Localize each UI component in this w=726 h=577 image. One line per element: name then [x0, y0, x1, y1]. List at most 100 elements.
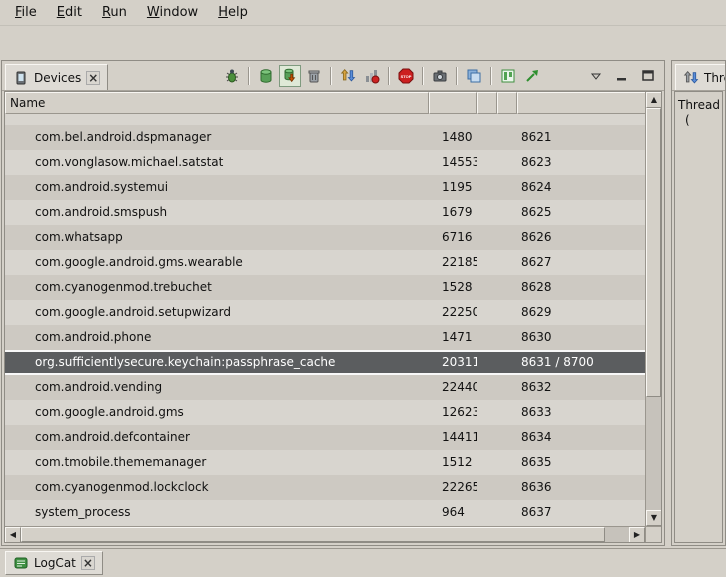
process-name: com.cyanogenmod.trebuchet: [5, 275, 429, 300]
stop-process-icon[interactable]: STOP: [395, 65, 417, 87]
process-name: com.bel.android.dspmanager: [5, 125, 429, 150]
process-pid: 22265: [429, 475, 477, 500]
vertical-scrollbar[interactable]: ▲ ▼: [645, 92, 661, 526]
table-row[interactable]: com.google.android.setupwizard 22250 862…: [5, 300, 645, 325]
horizontal-scroll-thumb[interactable]: [21, 527, 605, 542]
scroll-down-button[interactable]: ▼: [646, 510, 661, 526]
menu-item-help[interactable]: Help: [209, 2, 257, 23]
close-icon[interactable]: ×: [86, 71, 100, 85]
process-table-body: com.bel.android.dspmanager 1480 8621 com…: [5, 114, 645, 526]
workbench-area: Devices × STOP Name: [0, 59, 726, 548]
menu-item-file[interactable]: File: [6, 2, 46, 23]
tab-threads[interactable]: Threa: [675, 64, 725, 90]
table-row[interactable]: com.android.vending 22440 8632: [5, 375, 645, 400]
process-port: 8629: [517, 300, 645, 325]
tab-devices[interactable]: Devices ×: [5, 64, 108, 90]
table-row[interactable]: com.android.defcontainer 14411 8634: [5, 425, 645, 450]
process-cell-b: [497, 425, 517, 450]
systrace-icon[interactable]: [497, 65, 519, 87]
column-header-name[interactable]: Name: [5, 92, 429, 114]
process-name: com.android.smspush: [5, 200, 429, 225]
dump-hprof-icon[interactable]: [279, 65, 301, 87]
table-row[interactable]: com.android.smspush 1679 8625: [5, 200, 645, 225]
devices-tab-icon: [13, 70, 29, 86]
table-row[interactable]: com.tmobile.thememanager 1512 8635: [5, 450, 645, 475]
process-name: com.android.defcontainer: [5, 425, 429, 450]
table-row[interactable]: com.whatsapp 6716 8626: [5, 225, 645, 250]
cause-gc-icon[interactable]: [303, 65, 325, 87]
close-icon[interactable]: ×: [81, 556, 95, 570]
update-heap-icon[interactable]: [255, 65, 277, 87]
process-cell-a: [477, 325, 497, 350]
column-header-port[interactable]: [517, 92, 645, 114]
process-cell-b: [497, 450, 517, 475]
table-row[interactable]: com.google.android.gms.wearable 22185 86…: [5, 250, 645, 275]
process-name: com.android.phone: [5, 325, 429, 350]
table-row[interactable]: com.google.android.gms 12623 8633: [5, 400, 645, 425]
threads-tab-row: Threa: [672, 61, 725, 91]
process-pid: 1679: [429, 200, 477, 225]
scrollbar-corner: [645, 527, 661, 542]
column-header-b[interactable]: [497, 92, 517, 114]
vertical-scroll-thumb[interactable]: [646, 108, 661, 397]
process-name: system_process: [5, 500, 429, 525]
threads-tab-icon: [683, 70, 699, 86]
table-row[interactable]: com.vonglasow.michael.satstat 14553 8623: [5, 150, 645, 175]
process-port: 8637: [517, 500, 645, 525]
process-pid: 1471: [429, 325, 477, 350]
dump-view-hierarchy-icon[interactable]: [463, 65, 485, 87]
vertical-scroll-track[interactable]: [646, 108, 661, 510]
table-row[interactable]: system_process 964 8637: [5, 500, 645, 525]
start-method-profiling-icon[interactable]: [361, 65, 383, 87]
scroll-left-button[interactable]: ◀: [5, 527, 21, 543]
process-pid: 14553: [429, 150, 477, 175]
process-port: 8633: [517, 400, 645, 425]
process-pid: 20311: [429, 352, 477, 373]
opengl-trace-icon[interactable]: [521, 65, 543, 87]
process-cell-a: [477, 450, 497, 475]
horizontal-scroll-track[interactable]: [21, 527, 629, 542]
menu-item-edit[interactable]: Edit: [48, 2, 91, 23]
minimize-icon[interactable]: [611, 65, 633, 87]
menu-item-run[interactable]: Run: [93, 2, 136, 23]
tab-logcat[interactable]: LogCat ×: [5, 551, 103, 575]
process-cell-a: [477, 200, 497, 225]
process-cell-a: [477, 125, 497, 150]
process-port: 8627: [517, 250, 645, 275]
horizontal-scrollbar[interactable]: ◀ ▶: [5, 527, 645, 542]
process-cell-b: [497, 400, 517, 425]
process-port: 8624: [517, 175, 645, 200]
table-row[interactable]: org.sufficientlysecure.keychain:passphra…: [5, 350, 645, 375]
scroll-right-button[interactable]: ▶: [629, 527, 645, 543]
screen-capture-icon[interactable]: [429, 65, 451, 87]
update-threads-icon[interactable]: [337, 65, 359, 87]
process-port: 8621: [517, 125, 645, 150]
tab-logcat-label: LogCat: [34, 556, 76, 570]
debug-process-icon[interactable]: [221, 65, 243, 87]
column-header-pid[interactable]: [429, 92, 477, 114]
process-cell-a: [477, 352, 497, 373]
scroll-up-button[interactable]: ▲: [646, 92, 661, 108]
table-row[interactable]: com.android.phone 1471 8630: [5, 325, 645, 350]
table-row[interactable]: com.android.systemui 1195 8624: [5, 175, 645, 200]
process-cell-a: [477, 375, 497, 400]
table-row[interactable]: com.cyanogenmod.trebuchet 1528 8628: [5, 275, 645, 300]
toolbar-separator: [330, 67, 332, 85]
process-name: com.cyanogenmod.lockclock: [5, 475, 429, 500]
table-row[interactable]: com.cyanogenmod.lockclock 22265 8636: [5, 475, 645, 500]
menu-item-window[interactable]: Window: [138, 2, 207, 23]
process-cell-a: [477, 175, 497, 200]
process-cell-a: [477, 500, 497, 525]
process-cell-a: [477, 150, 497, 175]
left-arrow-icon: ◀: [10, 531, 16, 539]
logcat-bar: LogCat ×: [0, 548, 726, 577]
maximize-icon[interactable]: [637, 65, 659, 87]
process-name: com.whatsapp: [5, 225, 429, 250]
process-cell-a: [477, 400, 497, 425]
view-menu-icon[interactable]: [585, 65, 607, 87]
process-cell-a: [477, 275, 497, 300]
devices-toolbar: STOP: [220, 65, 544, 87]
table-row[interactable]: com.bel.android.dspmanager 1480 8621: [5, 125, 645, 150]
column-header-a[interactable]: [477, 92, 497, 114]
process-cell-b: [497, 200, 517, 225]
